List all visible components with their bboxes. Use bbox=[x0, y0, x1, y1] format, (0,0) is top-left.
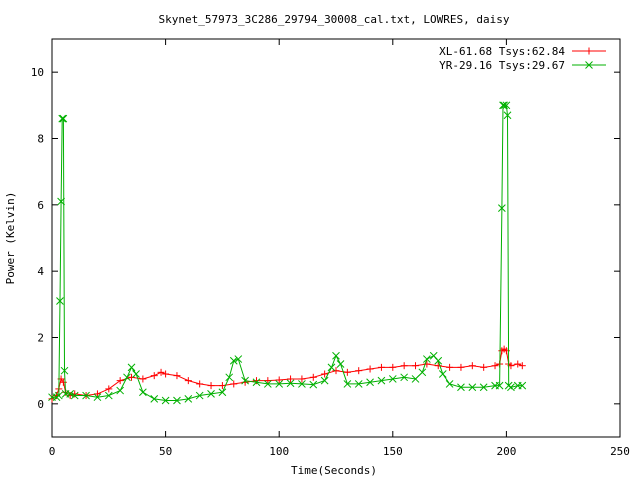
series-yr bbox=[48, 101, 527, 405]
data-point bbox=[343, 368, 351, 376]
x-axis: 0 50 100 150 200 250 bbox=[49, 39, 630, 458]
y-tick-label: 10 bbox=[31, 66, 44, 79]
data-point bbox=[468, 362, 476, 370]
data-point bbox=[480, 363, 488, 371]
series-layer bbox=[48, 101, 527, 405]
legend-label: XL-61.68 Tsys:62.84 bbox=[439, 45, 565, 58]
data-point bbox=[355, 367, 363, 375]
y-axis: 0 2 4 6 8 10 bbox=[31, 66, 620, 411]
data-point bbox=[320, 376, 329, 385]
x-axis-label: Time(Seconds) bbox=[291, 464, 377, 477]
data-point bbox=[162, 370, 170, 378]
data-point bbox=[445, 380, 454, 388]
data-point bbox=[438, 370, 447, 378]
data-point bbox=[139, 388, 147, 397]
data-point bbox=[418, 368, 427, 377]
y-tick-label: 0 bbox=[37, 398, 44, 411]
data-point bbox=[218, 382, 226, 390]
legend-label: YR-29.16 Tsys:29.67 bbox=[439, 59, 565, 72]
data-point bbox=[139, 375, 147, 383]
data-point bbox=[491, 362, 499, 370]
data-point bbox=[157, 368, 165, 376]
data-point bbox=[377, 363, 385, 371]
legend-marker bbox=[585, 47, 593, 55]
series-line bbox=[52, 104, 523, 401]
data-point bbox=[105, 385, 113, 393]
x-tick-label: 50 bbox=[159, 445, 172, 458]
y-tick-label: 6 bbox=[37, 199, 44, 212]
data-point bbox=[389, 363, 397, 371]
data-point bbox=[196, 380, 204, 388]
data-point bbox=[207, 382, 215, 390]
data-point bbox=[507, 383, 515, 392]
data-point bbox=[400, 362, 408, 370]
data-point bbox=[116, 377, 124, 385]
y-tick-label: 8 bbox=[37, 133, 44, 146]
data-point bbox=[332, 351, 340, 360]
data-point bbox=[150, 372, 158, 380]
data-point bbox=[275, 376, 283, 384]
x-tick-label: 0 bbox=[49, 445, 56, 458]
data-point bbox=[446, 363, 454, 371]
chart: Skynet_57973_3C286_29794_30008_cal.txt, … bbox=[4, 13, 630, 477]
data-point bbox=[184, 377, 192, 385]
data-point bbox=[336, 360, 345, 368]
data-point bbox=[332, 367, 340, 375]
x-tick-label: 150 bbox=[383, 445, 403, 458]
series-xl bbox=[48, 345, 526, 403]
data-point bbox=[132, 370, 140, 378]
y-tick-label: 4 bbox=[37, 265, 44, 278]
data-point bbox=[457, 363, 465, 371]
x-tick-label: 200 bbox=[496, 445, 516, 458]
data-point bbox=[127, 363, 136, 372]
series-line bbox=[51, 348, 523, 400]
data-point bbox=[514, 360, 522, 368]
data-point bbox=[116, 386, 125, 395]
x-tick-label: 100 bbox=[269, 445, 289, 458]
data-point bbox=[309, 373, 317, 381]
y-axis-label: Power (Kelvin) bbox=[4, 192, 17, 285]
x-tick-label: 250 bbox=[610, 445, 630, 458]
y-tick-label: 2 bbox=[37, 332, 44, 345]
data-point bbox=[173, 372, 181, 380]
data-point bbox=[412, 362, 420, 370]
data-point bbox=[327, 363, 336, 372]
legend: XL-61.68 Tsys:62.84YR-29.16 Tsys:29.67 bbox=[439, 45, 606, 72]
data-point bbox=[225, 373, 234, 382]
data-point bbox=[518, 362, 526, 370]
chart-title: Skynet_57973_3C286_29794_30008_cal.txt, … bbox=[159, 13, 510, 26]
data-point bbox=[230, 380, 238, 388]
data-point bbox=[366, 365, 374, 373]
